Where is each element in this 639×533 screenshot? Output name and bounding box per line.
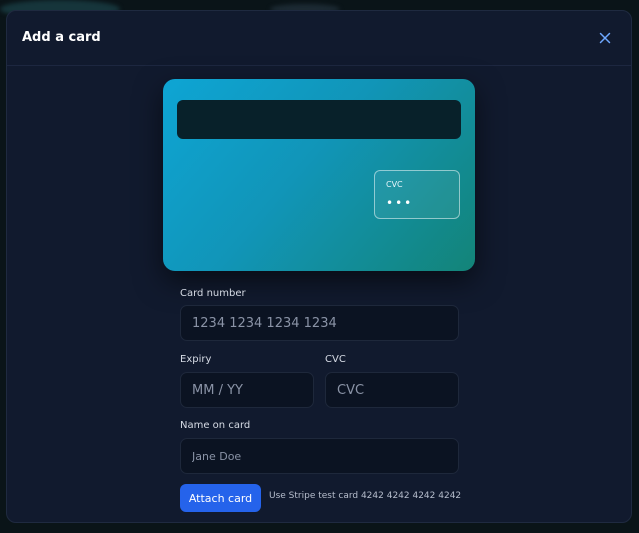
card-preview: CVC ••• [163,79,475,271]
test-card-hint: Use Stripe test card 4242 4242 4242 4242 [269,491,462,501]
close-icon [599,32,611,44]
card-number-label: Card number [180,288,246,299]
card-preview-cvc: CVC ••• [374,170,460,219]
cvc-label: CVC [325,354,346,365]
card-preview-cvc-value: ••• [386,196,414,210]
close-button[interactable] [595,28,615,48]
name-on-card-label: Name on card [180,420,251,431]
card-number-input[interactable] [180,305,459,341]
expiry-input[interactable] [180,372,314,408]
magnetic-strip [177,100,461,139]
cvc-input[interactable] [325,372,459,408]
card-preview-cvc-label: CVC [386,180,403,189]
name-on-card-input[interactable] [180,438,459,474]
attach-card-button[interactable]: Attach card [180,484,261,512]
dialog-header: Add a card [7,11,631,66]
add-card-dialog: Add a card CVC ••• Card number Expiry CV… [6,10,632,523]
dialog-title: Add a card [22,30,101,45]
expiry-label: Expiry [180,354,212,365]
